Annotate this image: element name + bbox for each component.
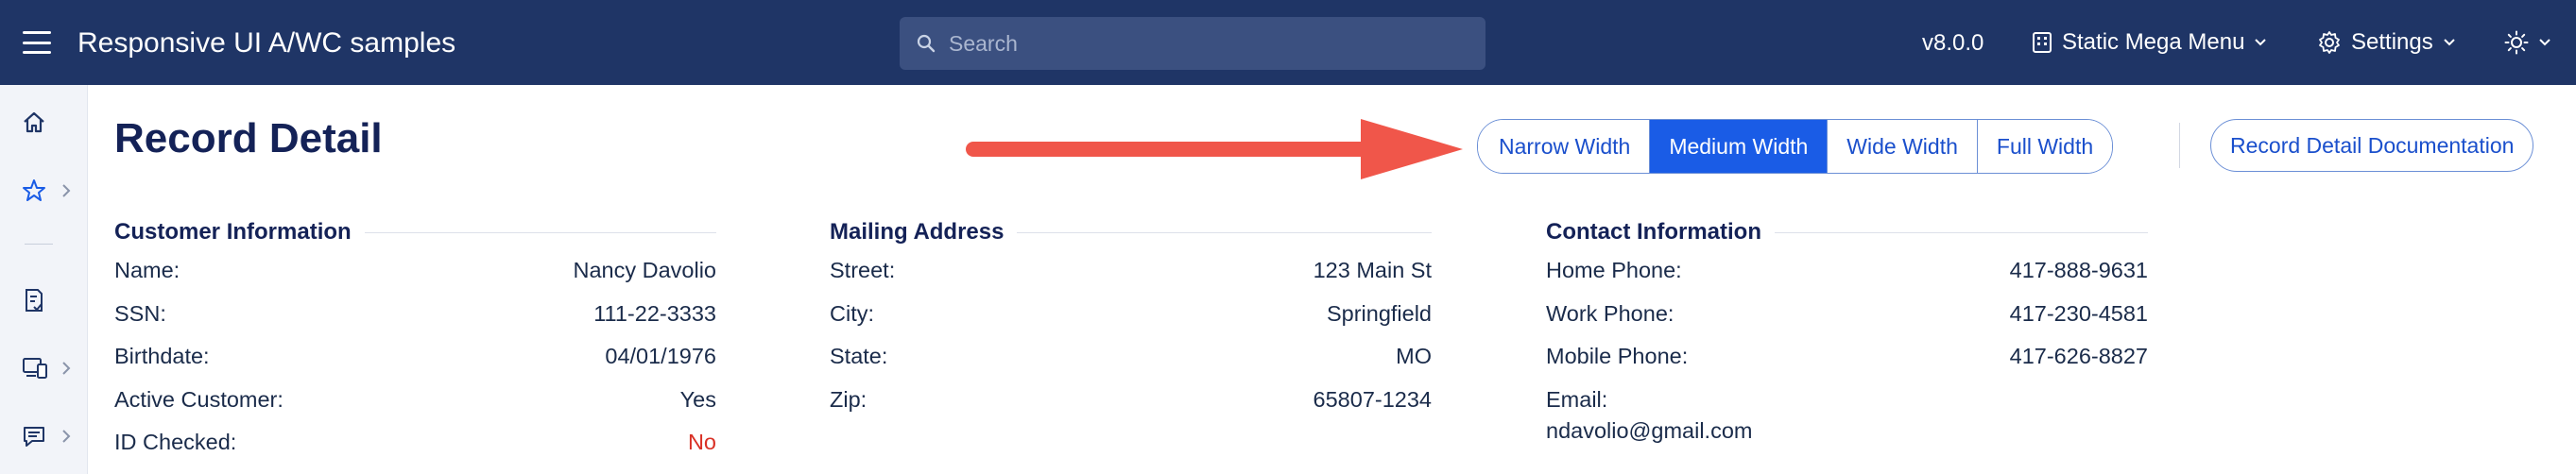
chevron-right-icon[interactable] (60, 428, 72, 449)
record-detail-documentation-button[interactable]: Record Detail Documentation (2210, 119, 2534, 172)
field-label: Work Phone: (1546, 300, 1674, 326)
detail-row: Zip: 65807-1234 (830, 379, 1432, 422)
field-value: 417-888-9631 (2009, 258, 2148, 283)
contact-information-section: Contact Information Home Phone: 417-888-9… (1546, 215, 2148, 445)
wide-width-button[interactable]: Wide Width (1827, 120, 1977, 173)
settings-menu-button[interactable]: Settings (2317, 0, 2456, 85)
field-label: Name: (114, 258, 180, 283)
section-title: Customer Information (114, 215, 365, 249)
detail-row: Name: Nancy Davolio (114, 249, 716, 293)
field-value: Nancy Davolio (573, 258, 716, 283)
field-label: Street: (830, 258, 896, 283)
detail-row: Mobile Phone: 417-626-8827 (1546, 335, 2148, 379)
page-title: Record Detail (114, 115, 383, 161)
detail-row: Street: 123 Main St (830, 249, 1432, 293)
email-label: Email: (1546, 386, 1608, 412)
detail-row: Birthdate: 04/01/1976 (114, 335, 716, 379)
field-label: Zip: (830, 386, 867, 412)
app-title: Responsive UI A/WC samples (77, 27, 456, 59)
field-label: Active Customer: (114, 386, 283, 412)
field-label: State: (830, 344, 888, 369)
field-value: 65807-1234 (1313, 386, 1432, 412)
section-title: Contact Information (1546, 215, 1775, 249)
version-label: v8.0.0 (1922, 30, 1984, 56)
field-label: SSN: (114, 300, 166, 326)
field-value: 417-230-4581 (2009, 300, 2148, 326)
section-header: Customer Information (114, 215, 716, 249)
chat-icon[interactable] (21, 423, 47, 454)
chevron-right-icon[interactable] (60, 182, 72, 204)
gear-icon (2319, 31, 2340, 54)
home-icon[interactable] (21, 110, 47, 141)
detail-row: Home Phone: 417-888-9631 (1546, 249, 2148, 293)
theme-toggle-button[interactable] (2504, 0, 2551, 85)
hamburger-menu-icon[interactable] (23, 31, 51, 54)
field-value-negative: No (687, 430, 716, 455)
mailing-address-section: Mailing Address Street: 123 Main St City:… (830, 215, 1432, 421)
search-icon (917, 34, 936, 53)
customer-information-section: Customer Information Name: Nancy Davolio … (114, 215, 716, 465)
field-value: MO (1396, 344, 1432, 369)
field-label: Mobile Phone: (1546, 344, 1689, 369)
sidebar-divider (25, 244, 53, 245)
star-icon[interactable] (21, 178, 47, 209)
field-value: 04/01/1976 (605, 344, 716, 369)
section-header: Mailing Address (830, 215, 1432, 249)
top-app-bar: Responsive UI A/WC samples v8.0.0 Static… (0, 0, 2576, 85)
field-value: 417-626-8827 (2009, 344, 2148, 369)
field-label: ID Checked: (114, 430, 237, 455)
chevron-right-icon[interactable] (60, 360, 72, 381)
detail-row: SSN: 111-22-3333 (114, 293, 716, 336)
width-toggle-group: Narrow Width Medium Width Wide Width Ful… (1477, 119, 2114, 174)
sidebar (0, 85, 88, 474)
field-value: 123 Main St (1313, 258, 1432, 283)
building-icon (2033, 32, 2052, 53)
chevron-down-icon (2255, 39, 2267, 46)
detail-row: Work Phone: 417-230-4581 (1546, 293, 2148, 336)
section-header: Contact Information (1546, 215, 2148, 249)
detail-row: ID Checked: No (114, 421, 716, 465)
toolbar-divider (2179, 123, 2180, 168)
field-value: 111-22-3333 (593, 300, 716, 326)
medium-width-button[interactable]: Medium Width (1649, 120, 1828, 173)
field-label: City: (830, 300, 874, 326)
red-arrow-annotation (966, 119, 1463, 179)
chevron-down-icon (2539, 39, 2550, 46)
narrow-width-button[interactable]: Narrow Width (1478, 120, 1650, 173)
field-label: Home Phone: (1546, 258, 1682, 283)
email-value[interactable]: ndavolio@gmail.com (1546, 416, 2148, 445)
field-value: Springfield (1326, 300, 1432, 326)
section-title: Mailing Address (830, 215, 1018, 249)
field-value: Yes (679, 386, 716, 412)
devices-icon[interactable] (21, 355, 49, 386)
settings-label: Settings (2351, 29, 2433, 55)
static-mega-menu-label: Static Mega Menu (2062, 29, 2245, 55)
detail-row: City: Springfield (830, 293, 1432, 336)
static-mega-menu-button[interactable]: Static Mega Menu (2032, 0, 2267, 85)
search-box[interactable] (900, 17, 1485, 70)
chevron-down-icon (2444, 39, 2455, 46)
field-label: Birthdate: (114, 344, 210, 369)
search-input[interactable] (949, 17, 1459, 70)
detail-row: State: MO (830, 335, 1432, 379)
document-check-icon[interactable] (21, 287, 47, 318)
full-width-button[interactable]: Full Width (1976, 120, 2113, 173)
sun-icon (2504, 30, 2529, 55)
detail-row: Active Customer: Yes (114, 379, 716, 422)
